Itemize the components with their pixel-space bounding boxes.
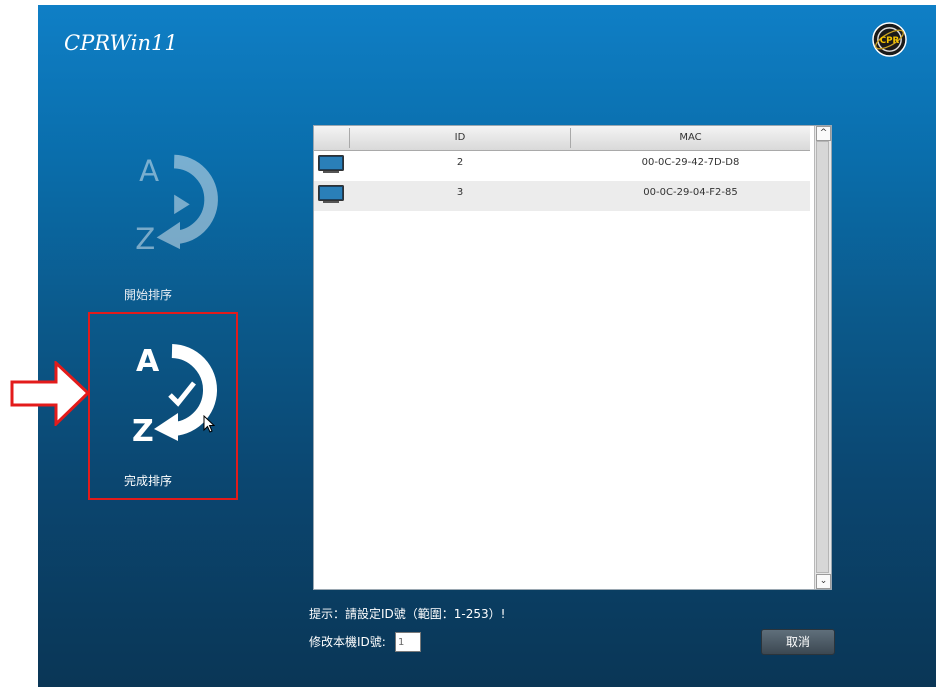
column-separator xyxy=(349,128,350,148)
column-header-id[interactable]: ID xyxy=(350,126,570,150)
local-id-input[interactable] xyxy=(395,632,421,652)
table-header: ID MAC xyxy=(314,126,810,151)
mouse-cursor-icon xyxy=(203,415,215,433)
cell-mac: 00-0C-29-04-F2-85 xyxy=(643,187,738,198)
start-sort-icon[interactable]: A Z xyxy=(135,148,225,253)
app-window: CPRWin11 CPR A Z 開始排序 A Z 完成排序 ID MAC 2 … xyxy=(38,5,936,687)
highlight-box xyxy=(88,312,238,500)
hint-text: 提示：請設定ID號（範圍：1-253）! xyxy=(309,607,506,621)
column-header-mac[interactable]: MAC xyxy=(571,126,810,150)
vertical-scrollbar[interactable]: ^ ⌄ xyxy=(814,126,831,589)
monitor-icon xyxy=(318,185,344,203)
cell-mac: 00-0C-29-42-7D-D8 xyxy=(641,157,740,168)
cell-id: 2 xyxy=(456,157,464,168)
device-table: ID MAC 2 00-0C-29-42-7D-D8 3 00-0C-29-04… xyxy=(313,125,832,590)
scroll-up-icon[interactable]: ^ xyxy=(816,126,831,141)
table-row[interactable]: 2 00-0C-29-42-7D-D8 xyxy=(314,151,810,181)
start-sort-label[interactable]: 開始排序 xyxy=(124,286,172,303)
cell-id: 3 xyxy=(456,187,464,198)
svg-text:CPR: CPR xyxy=(880,36,900,46)
table-row[interactable]: 3 00-0C-29-04-F2-85 xyxy=(314,181,810,211)
scroll-thumb[interactable] xyxy=(816,141,829,573)
local-id-label: 修改本機ID號: xyxy=(309,635,386,649)
scroll-down-icon[interactable]: ⌄ xyxy=(816,574,831,589)
app-title: CPRWin11 xyxy=(64,31,178,55)
cancel-button[interactable]: 取消 xyxy=(761,629,835,655)
svg-text:A: A xyxy=(139,154,159,188)
monitor-icon xyxy=(318,155,344,173)
svg-text:Z: Z xyxy=(135,222,155,253)
cpr-logo-icon: CPR xyxy=(872,22,907,57)
red-arrow-icon xyxy=(10,361,90,426)
